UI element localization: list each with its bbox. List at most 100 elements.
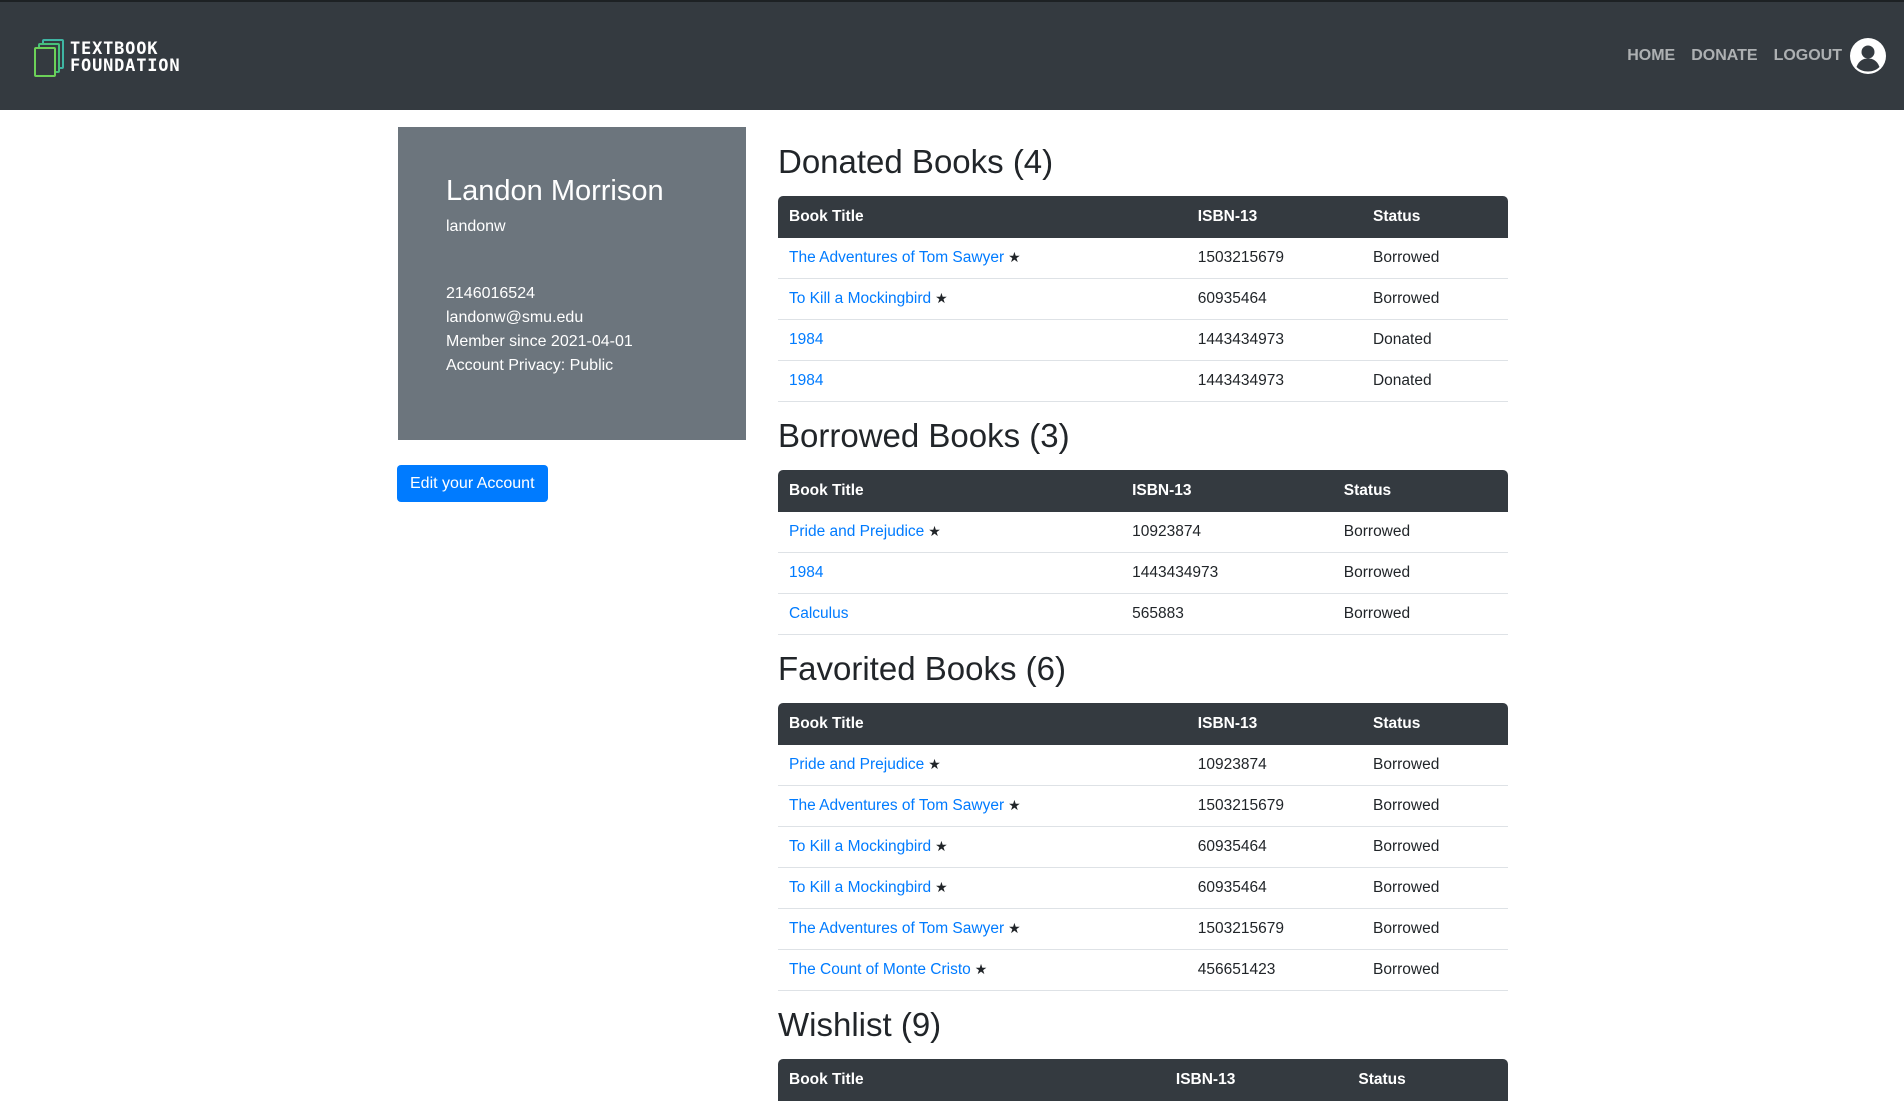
status-cell: Borrowed	[1361, 785, 1508, 827]
status-cell: Borrowed	[1332, 512, 1508, 553]
column-header-title: Book Title	[789, 208, 864, 225]
column-header-title: Book Title	[789, 482, 864, 499]
table-header-row: Book Title ISBN-13 Status	[778, 196, 1508, 238]
book-title-link[interactable]: Pride and Prejudice	[789, 523, 924, 540]
isbn-cell: 60935464	[1186, 278, 1362, 320]
book-title-link[interactable]: 1984	[789, 331, 823, 348]
star-icon: ★	[928, 756, 941, 772]
column-header-status: Status	[1358, 1071, 1406, 1088]
status-cell: Borrowed	[1361, 278, 1508, 320]
status-cell: Borrowed	[1361, 867, 1508, 909]
books-logo-icon	[34, 39, 66, 77]
section-title: Borrowed Books (3)	[778, 417, 1070, 454]
book-title-link[interactable]: The Count of Monte Cristo	[789, 961, 971, 978]
table-row: Calculus 565883 Borrowed	[778, 593, 1508, 635]
profile-member-since: Member since 2021-04-01	[446, 333, 633, 350]
brand-text: TEXTBOOK FOUNDATION	[70, 41, 180, 75]
book-title-cell: 1984	[778, 319, 1187, 361]
nav-home-link[interactable]: HOME	[1627, 47, 1675, 65]
table-row: The Adventures of Tom Sawyer ★ 1503215679 B…	[778, 238, 1508, 279]
profile-card: Landon Morrison landonw 2146016524 lando…	[398, 127, 746, 440]
section-title: Wishlist (9)	[778, 1006, 942, 1043]
column-header-isbn: ISBN-13	[1197, 715, 1258, 732]
isbn-cell: 10923874	[1121, 512, 1333, 553]
status-cell: Borrowed	[1361, 949, 1508, 991]
book-title-link[interactable]: The Adventures of Tom Sawyer	[789, 249, 1004, 266]
book-title-cell: Calculus	[778, 593, 1122, 635]
table-row: 1984 1443434973 Donated	[778, 360, 1508, 402]
book-lists: Donated Books (4) Book Title ISBN-13 Status…	[778, 140, 1508, 1113]
book-title-link[interactable]: To Kill a Mockingbird	[789, 879, 931, 896]
book-title-link[interactable]: The Adventures of Tom Sawyer	[789, 797, 1004, 814]
books-table: Book Title ISBN-13 Status The Adventures of…	[778, 196, 1508, 402]
edit-account-button[interactable]: Edit your Account	[397, 465, 548, 502]
book-title-cell: To Kill a Mockingbird ★	[778, 278, 1187, 320]
table-row: To Kill a Mockingbird ★ 60935464 Borrowed	[778, 867, 1508, 909]
section-title: Donated Books (4)	[778, 143, 1054, 180]
table-row: Pride and Prejudice ★ 10923874 Borrowed	[778, 745, 1508, 786]
status-cell: Borrowed	[1361, 826, 1508, 868]
status-cell: Donated	[1361, 360, 1508, 402]
book-title-link[interactable]: The Adventures of Tom Sawyer	[789, 920, 1004, 937]
nav-donate-link[interactable]: DONATE	[1691, 47, 1757, 65]
star-icon: ★	[935, 879, 948, 895]
book-title-cell: Pride and Prejudice ★	[778, 512, 1122, 553]
table-header-row: Book Title ISBN-13 Status	[778, 703, 1508, 745]
book-title-cell: To Kill a Mockingbird ★	[778, 867, 1187, 909]
isbn-cell: 1443434973	[1121, 552, 1333, 594]
isbn-cell: 1443434973	[1186, 360, 1362, 402]
table-row: 1984 1443434973 Donated	[778, 319, 1508, 361]
column-header-title: Book Title	[789, 1071, 864, 1088]
column-header-isbn: ISBN-13	[1197, 208, 1258, 225]
book-title-link[interactable]: 1984	[789, 372, 823, 389]
profile-username: landonw	[446, 218, 506, 235]
book-title-cell: The Adventures of Tom Sawyer ★	[778, 908, 1187, 950]
book-title-link[interactable]: Pride and Prejudice	[789, 756, 924, 773]
book-section: Favorited Books (6) Book Title ISBN-13 Stat…	[778, 647, 1508, 991]
user-account-icon[interactable]	[1850, 38, 1886, 74]
isbn-cell: 1503215679	[1186, 785, 1362, 827]
star-icon: ★	[974, 961, 988, 977]
book-title-cell: Pride and Prejudice ★	[778, 745, 1187, 786]
isbn-cell: 10923874	[1186, 745, 1362, 786]
brand-line-2: FOUNDATION	[70, 56, 181, 76]
top-navbar: TEXTBOOK FOUNDATION HOME DONATE LOGOUT	[0, 0, 1904, 110]
book-section: Borrowed Books (3) Book Title ISBN-13 Statu…	[778, 414, 1508, 635]
book-title-cell: The Adventures of Tom Sawyer ★	[778, 785, 1187, 827]
status-cell: Borrowed	[1361, 908, 1508, 950]
status-cell: Borrowed	[1361, 745, 1508, 786]
isbn-cell: 60935464	[1186, 867, 1362, 909]
table-row: The Count of Monte Cristo ★ 456651423 Borro…	[778, 949, 1508, 991]
star-icon: ★	[1008, 797, 1021, 813]
isbn-cell: 456651423	[1186, 949, 1362, 991]
isbn-cell: 1503215679	[1186, 238, 1362, 279]
nav-logout-link[interactable]: LOGOUT	[1774, 47, 1842, 65]
status-cell: Borrowed	[1332, 552, 1508, 594]
book-title-link[interactable]: Calculus	[789, 605, 848, 622]
book-section: Wishlist (9) Book Title ISBN-13 Status	[778, 1003, 1508, 1101]
book-title-cell: The Adventures of Tom Sawyer ★	[778, 238, 1187, 279]
status-cell: Borrowed	[1332, 593, 1508, 635]
book-title-link[interactable]: To Kill a Mockingbird	[789, 290, 931, 307]
star-icon: ★	[1008, 920, 1021, 936]
isbn-cell: 60935464	[1186, 826, 1362, 868]
status-cell: Donated	[1361, 319, 1508, 361]
books-table: Book Title ISBN-13 Status Pride and Prejudi…	[778, 470, 1508, 635]
book-title-link[interactable]: 1984	[789, 564, 823, 581]
star-icon: ★	[1008, 249, 1021, 265]
table-header-row: Book Title ISBN-13 Status	[778, 470, 1508, 512]
isbn-cell: 1443434973	[1186, 319, 1362, 361]
profile-email: landonw@smu.edu	[446, 309, 584, 326]
table-row: The Adventures of Tom Sawyer ★ 1503215679 B…	[778, 785, 1508, 827]
nav-links: HOME DONATE LOGOUT	[1611, 36, 1886, 76]
column-header-isbn: ISBN-13	[1175, 1071, 1236, 1088]
books-table: Book Title ISBN-13 Status	[778, 1059, 1508, 1101]
book-section: Donated Books (4) Book Title ISBN-13 Status…	[778, 140, 1508, 402]
book-title-link[interactable]: To Kill a Mockingbird	[789, 838, 931, 855]
books-table: Book Title ISBN-13 Status Pride and Prejudi…	[778, 703, 1508, 991]
profile-privacy: Account Privacy: Public	[446, 357, 614, 374]
textbook-foundation-logo[interactable]: TEXTBOOK FOUNDATION	[34, 38, 204, 78]
isbn-cell: 565883	[1121, 593, 1333, 635]
isbn-cell: 1503215679	[1186, 908, 1362, 950]
book-title-cell: 1984	[778, 360, 1187, 402]
